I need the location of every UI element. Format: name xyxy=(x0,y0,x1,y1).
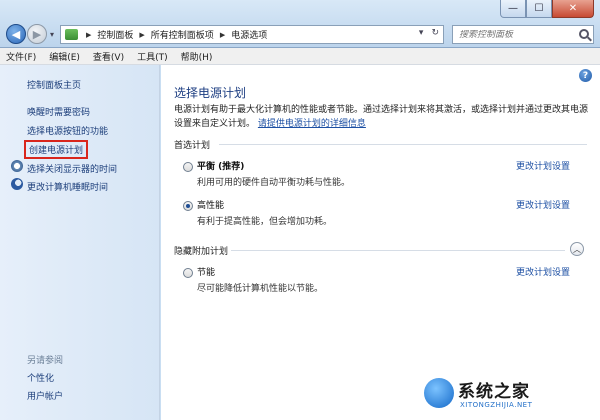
see-also-user-accounts[interactable]: 用户帐户 xyxy=(27,389,63,402)
section-divider xyxy=(231,250,565,251)
plan-high-performance-desc: 有利于提高性能，但会增加功耗。 xyxy=(197,217,333,227)
search-box[interactable] xyxy=(452,25,594,44)
sidebar-item-create-plan[interactable]: 创建电源计划 xyxy=(23,140,89,159)
breadcrumb-chevron-icon: ▶ xyxy=(86,30,92,39)
watermark-logo-icon xyxy=(424,378,454,408)
plan-balanced-name[interactable]: 平衡 (推荐) xyxy=(197,159,244,172)
hidden-plans-heading[interactable]: 隐藏附加计划 xyxy=(174,244,228,257)
control-panel-icon xyxy=(65,29,78,40)
plan-high-performance-name[interactable]: 高性能 xyxy=(197,198,224,211)
sidebar-item-sleep-time[interactable]: 更改计算机睡眠时间 xyxy=(27,180,108,193)
breadcrumb-all-items[interactable]: 所有控制面板项 xyxy=(151,28,214,41)
plan-balanced-radio[interactable] xyxy=(183,162,193,172)
sidebar-item-power-buttons[interactable]: 选择电源按钮的功能 xyxy=(27,124,108,137)
page-description: 电源计划有助于最大化计算机的性能或者节能。通过选择计划来将其激活，或选择计划并通… xyxy=(174,103,589,131)
watermark: 系统之家 XITONGZHIJIA.NET xyxy=(424,376,594,416)
plan-high-performance-change-link[interactable]: 更改计划设置 xyxy=(516,198,570,211)
control-panel-home-link[interactable]: 控制面板主页 xyxy=(27,78,81,91)
menu-tools[interactable]: 工具(T) xyxy=(137,50,168,63)
arrow-right-icon: ▶ xyxy=(32,27,42,41)
arrow-left-icon: ◀ xyxy=(11,27,21,41)
collapse-chevron-icon[interactable]: ︿ xyxy=(570,242,584,256)
watermark-subtitle: XITONGZHIJIA.NET xyxy=(460,401,533,409)
forward-button[interactable]: ▶ xyxy=(27,24,47,44)
plan-balanced-desc: 利用可用的硬件自动平衡功耗与性能。 xyxy=(197,178,351,188)
menu-bar: 文件(F) 编辑(E) 查看(V) 工具(T) 帮助(H) xyxy=(0,48,600,65)
breadcrumb-control-panel[interactable]: 控制面板 xyxy=(97,28,133,41)
page-title: 选择电源计划 xyxy=(174,86,247,100)
see-also-personalization[interactable]: 个性化 xyxy=(27,371,54,384)
search-input[interactable] xyxy=(459,29,569,40)
breadcrumb-chevron-icon: ▶ xyxy=(139,30,145,39)
window-controls: — ☐ ✕ xyxy=(500,0,594,20)
plan-power-saver-desc: 尽可能降低计算机性能以节能。 xyxy=(197,284,324,294)
breadcrumb-power-options[interactable]: 电源选项 xyxy=(231,28,267,41)
plan-power-saver-name[interactable]: 节能 xyxy=(197,265,215,278)
plan-power-saver-change-link[interactable]: 更改计划设置 xyxy=(516,265,570,278)
title-bar: — ☐ ✕ ◀ ▶ ▾ ▶ 控制面板 ▶ 所有控制面板项 ▶ 电源选项 ▾ ↻ xyxy=(0,0,600,48)
see-also-heading: 另请参阅 xyxy=(27,356,64,366)
sidebar-item-display-off[interactable]: 选择关闭显示器的时间 xyxy=(27,162,117,175)
task-pane: 控制面板主页 唤醒时需要密码 选择电源按钮的功能 创建电源计划 选择关闭显示器的… xyxy=(0,65,160,420)
section-divider xyxy=(219,144,587,145)
minimize-button[interactable]: — xyxy=(500,0,526,18)
refresh-icon[interactable]: ↻ xyxy=(431,28,439,38)
address-bar[interactable]: ▶ 控制面板 ▶ 所有控制面板项 ▶ 电源选项 ▾ ↻ xyxy=(60,25,444,44)
close-button[interactable]: ✕ xyxy=(552,0,594,18)
recent-pages-dropdown[interactable]: ▾ xyxy=(50,30,54,39)
search-icon[interactable] xyxy=(579,29,589,39)
menu-edit[interactable]: 编辑(E) xyxy=(49,50,80,63)
menu-help[interactable]: 帮助(H) xyxy=(181,50,213,63)
address-actions: ▾ ↻ xyxy=(419,28,439,38)
breadcrumb-chevron-icon: ▶ xyxy=(219,30,226,39)
sidebar-item-wake-password[interactable]: 唤醒时需要密码 xyxy=(27,105,90,118)
help-icon[interactable]: ? xyxy=(579,69,592,82)
menu-view[interactable]: 查看(V) xyxy=(93,50,124,63)
address-dropdown-icon[interactable]: ▾ xyxy=(419,28,424,38)
menu-file[interactable]: 文件(F) xyxy=(6,50,36,63)
back-button[interactable]: ◀ xyxy=(6,24,26,44)
main-content: ? 选择电源计划 电源计划有助于最大化计算机的性能或者节能。通过选择计划来将其激… xyxy=(161,65,600,420)
plan-balanced-change-link[interactable]: 更改计划设置 xyxy=(516,159,570,172)
preferred-plans-heading: 首选计划 xyxy=(174,141,211,151)
sleep-moon-icon xyxy=(11,178,23,190)
plan-power-saver-radio[interactable] xyxy=(183,268,193,278)
plan-details-link[interactable]: 请提供电源计划的详细信息 xyxy=(258,119,366,129)
maximize-button[interactable]: ☐ xyxy=(526,0,552,18)
description-text: 电源计划有助于最大化计算机的性能或者节能。通过选择计划来将其激活，或选择计划并通… xyxy=(174,105,589,129)
display-clock-icon xyxy=(11,160,23,172)
watermark-title: 系统之家 xyxy=(458,382,530,402)
plan-high-performance-radio[interactable] xyxy=(183,201,193,211)
